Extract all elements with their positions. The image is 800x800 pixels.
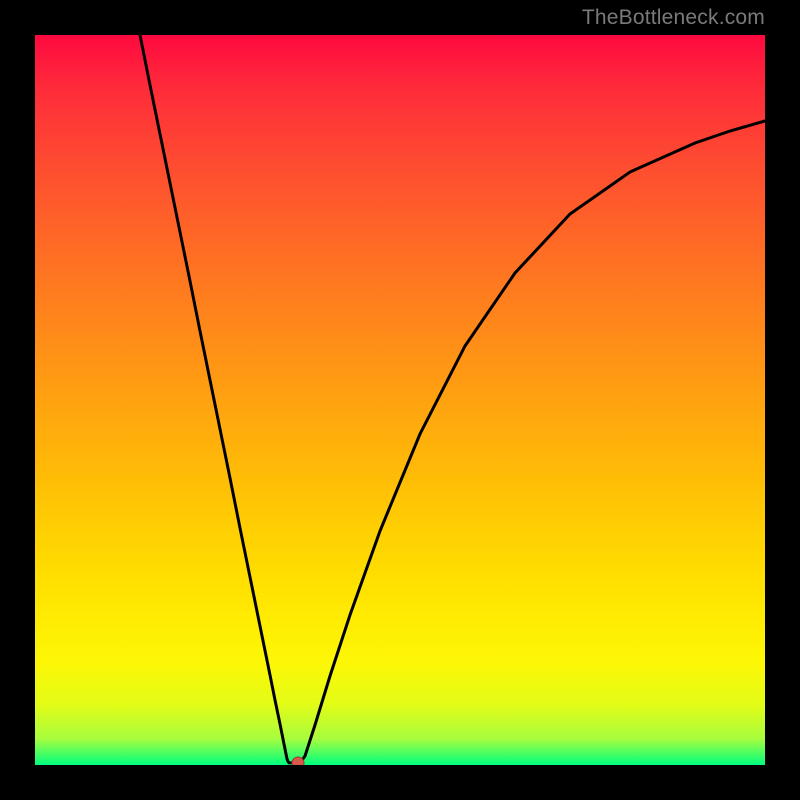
watermark-label: TheBottleneck.com xyxy=(582,6,765,30)
curve-left-branch xyxy=(140,35,300,763)
plot-area xyxy=(35,35,765,765)
curve-right-branch xyxy=(300,121,765,763)
minimum-marker xyxy=(292,757,304,765)
curve-layer xyxy=(35,35,765,765)
chart-frame: TheBottleneck.com xyxy=(0,0,800,800)
